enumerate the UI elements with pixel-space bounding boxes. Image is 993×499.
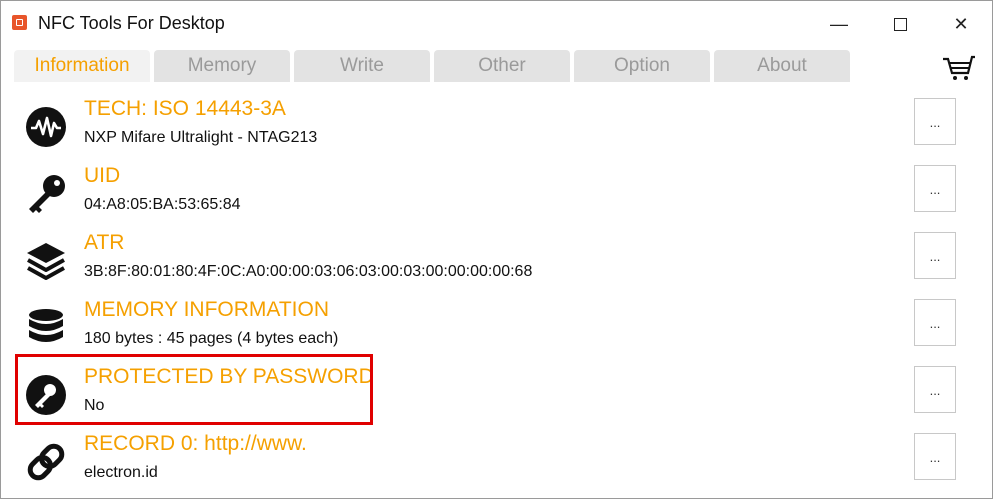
uid-more-button[interactable]: ...	[914, 165, 956, 212]
atr-more-button[interactable]: ...	[914, 232, 956, 279]
key-icon	[29, 175, 65, 213]
memory-information-title: MEMORY INFORMATION	[84, 298, 330, 321]
link-icon	[27, 443, 65, 481]
list-item-tech: TECH: ISO 14443-3A NXP Mifare Ultralight…	[1, 92, 992, 159]
waveform-icon	[26, 107, 66, 147]
cart-icon[interactable]	[941, 53, 975, 81]
close-button[interactable]: ✕	[938, 9, 984, 39]
uid-title: UID	[84, 164, 121, 187]
tab-option[interactable]: Option	[574, 50, 710, 82]
protected-by-password-more-button[interactable]: ...	[914, 366, 956, 413]
highlight-box	[15, 354, 373, 425]
maximize-icon	[893, 17, 907, 31]
maximize-button[interactable]	[877, 9, 923, 39]
list-item-record-0: RECORD 0: http://www. electron.id ...	[1, 427, 992, 494]
uid-value: 04:A8:05:BA:53:65:84	[84, 196, 241, 213]
memory-information-value: 180 bytes : 45 pages (4 bytes each)	[84, 330, 339, 347]
title-bar: NFC Tools For Desktop — ✕	[1, 1, 992, 45]
memory-information-more-button[interactable]: ...	[914, 299, 956, 346]
layers-icon	[27, 243, 65, 280]
record-0-value: electron.id	[84, 464, 158, 481]
tech-title: TECH: ISO 14443-3A	[84, 97, 286, 120]
list-item-atr: ATR 3B:8F:80:01:80:4F:0C:A0:00:00:03:06:…	[1, 226, 992, 293]
tab-other[interactable]: Other	[434, 50, 570, 82]
window-title: NFC Tools For Desktop	[38, 13, 225, 33]
tab-memory[interactable]: Memory	[154, 50, 290, 82]
record-0-more-button[interactable]: ...	[914, 433, 956, 480]
atr-value: 3B:8F:80:01:80:4F:0C:A0:00:00:03:06:03:0…	[84, 263, 533, 280]
record-0-title: RECORD 0: http://www.	[84, 432, 307, 455]
nfc-app-icon	[12, 15, 27, 30]
atr-title: ATR	[84, 231, 125, 254]
tab-information[interactable]: Information	[14, 50, 150, 82]
tech-more-button[interactable]: ...	[914, 98, 956, 145]
list-item-uid: UID 04:A8:05:BA:53:65:84 ...	[1, 159, 992, 226]
database-icon	[29, 309, 63, 342]
tab-write[interactable]: Write	[294, 50, 430, 82]
list-item-memory-information: MEMORY INFORMATION 180 bytes : 45 pages …	[1, 293, 992, 360]
minimize-button[interactable]: —	[816, 9, 862, 39]
tab-bar: Information Memory Write Other Option Ab…	[1, 45, 992, 82]
tech-value: NXP Mifare Ultralight - NTAG213	[84, 129, 318, 146]
tab-about[interactable]: About	[714, 50, 850, 82]
